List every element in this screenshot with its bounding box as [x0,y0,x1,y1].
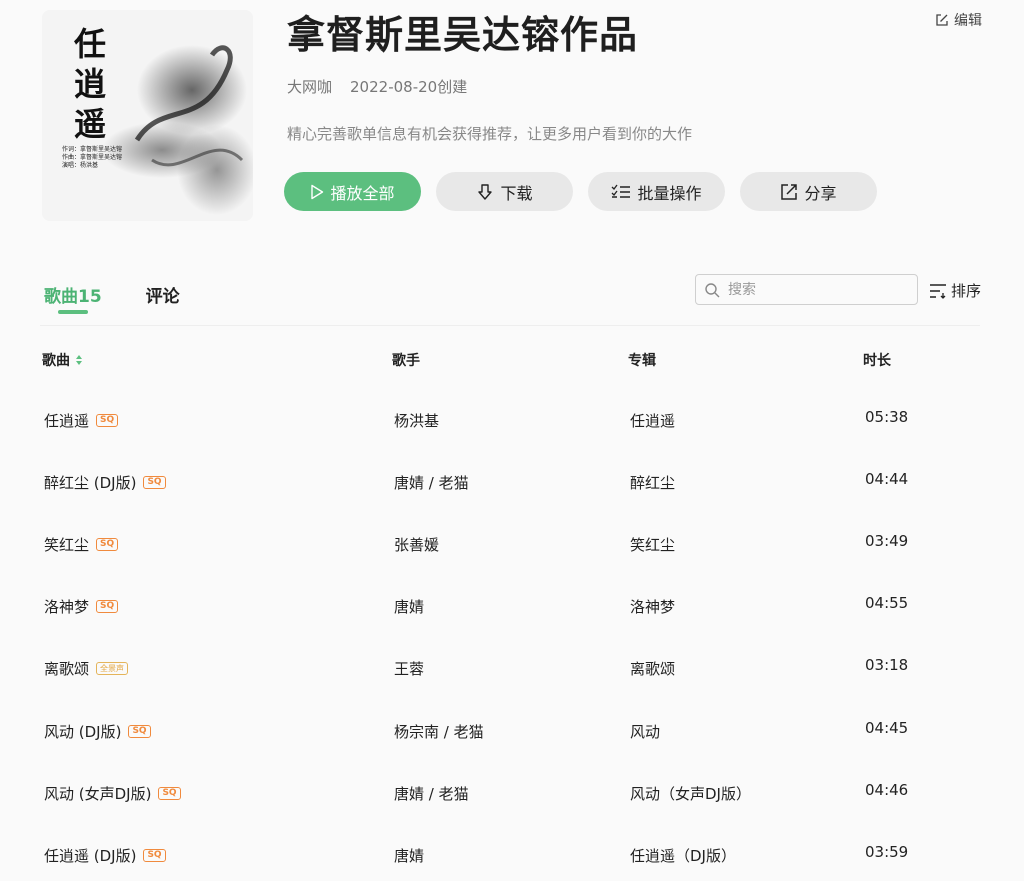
quality-badge: SQ [143,476,166,489]
song-title[interactable]: 任逍遥 [44,410,89,431]
sort-button[interactable]: 排序 [929,280,981,301]
share-icon [781,183,798,200]
download-icon [478,183,493,200]
song-artist[interactable]: 杨宗南 / 老猫 [394,721,484,742]
cover-char-1: 任 [74,25,106,63]
search-icon [705,282,720,297]
song-album[interactable]: 风动（女声DJ版） [630,783,751,804]
quality-badge: SQ [96,414,119,427]
song-duration: 03:18 [865,656,909,674]
action-bar: 播放全部 下载 批量操作 分享 [284,172,877,211]
sort-label: 排序 [951,282,982,300]
table-row[interactable]: 醉红尘 (DJ版) SQ 唐婧 / 老猫 醉红尘 04:44 [0,462,1024,502]
song-artist[interactable]: 王蓉 [394,658,424,679]
song-title[interactable]: 风动 (女声DJ版) [44,783,151,804]
table-row[interactable]: 任逍遥 (DJ版) SQ 唐婧 任逍遥（DJ版） 03:59 [0,835,1024,875]
share-button[interactable]: 分享 [740,172,877,211]
column-header-artist: 歌手 [392,353,420,369]
column-header-song[interactable]: 歌曲 [42,350,82,370]
table-row[interactable]: 笑红尘 SQ 张善媛 笑红尘 03:49 [0,524,1024,564]
tabs-divider [40,325,980,326]
cover-char-3: 遥 [74,105,106,143]
creator-name[interactable]: 大网咖 [287,76,332,97]
song-title[interactable]: 醉红尘 (DJ版) [44,472,136,493]
song-duration: 04:45 [865,719,909,737]
song-album[interactable]: 任逍遥 [630,410,675,431]
song-duration: 05:38 [865,408,909,426]
playlist-description[interactable]: 精心完善歌单信息有机会获得推荐，让更多用户看到你的大作 [287,123,692,144]
batch-label: 批量操作 [637,183,702,203]
song-artist[interactable]: 张善媛 [394,534,439,555]
download-label: 下载 [500,183,533,203]
quality-badge: SQ [96,600,119,613]
song-title[interactable]: 笑红尘 [44,534,89,555]
song-duration: 04:55 [865,594,909,612]
batch-operation-button[interactable]: 批量操作 [588,172,725,211]
table-row[interactable]: 风动 (DJ版) SQ 杨宗南 / 老猫 风动 04:45 [0,711,1024,751]
table-row[interactable]: 离歌颂 全景声 王蓉 离歌颂 03:18 [0,648,1024,688]
playlist-title: 拿督斯里吴达镕作品 [287,13,639,57]
created-date: 2022-08-20创建 [350,78,468,96]
quality-badge: SQ [96,538,119,551]
batch-icon [612,184,631,198]
song-duration: 03:59 [865,843,909,861]
play-all-label: 播放全部 [330,183,395,203]
table-row[interactable]: 任逍遥 SQ 杨洪基 任逍遥 05:38 [0,400,1024,440]
song-album[interactable]: 任逍遥（DJ版） [630,845,736,866]
column-header-album: 专辑 [628,353,656,369]
table-row[interactable]: 洛神梦 SQ 唐婧 洛神梦 04:55 [0,586,1024,626]
song-artist[interactable]: 唐婧 / 老猫 [394,472,469,493]
song-album[interactable]: 离歌颂 [630,658,675,679]
table-row[interactable]: 风动 (女声DJ版) SQ 唐婧 / 老猫 风动（女声DJ版） 04:46 [0,773,1024,813]
song-album[interactable]: 洛神梦 [630,596,675,617]
sort-icon [930,283,946,299]
search-input[interactable] [726,280,900,299]
song-artist[interactable]: 唐婧 / 老猫 [394,783,469,804]
quality-badge: 全景声 [96,662,129,675]
cover-credit-1: 作词：拿督斯里吴达镕 [62,145,122,153]
play-icon [311,184,324,199]
playlist-meta: 大网咖 2022-08-20创建 [287,76,467,97]
playlist-cover[interactable]: 任 逍 遥 作词：拿督斯里吴达镕 作曲：拿督斯里吴达镕 演唱：杨洪基 [42,10,253,221]
song-title[interactable]: 任逍遥 (DJ版) [44,845,136,866]
tab-bar: 歌曲15 评论 [44,282,180,314]
song-title[interactable]: 风动 (DJ版) [44,721,121,742]
song-duration: 03:49 [865,532,909,550]
edit-icon [936,14,948,26]
column-label-song: 歌曲 [42,353,70,369]
tab-songs[interactable]: 歌曲15 [44,282,102,314]
play-all-button[interactable]: 播放全部 [284,172,421,211]
quality-badge: SQ [128,725,151,738]
song-artist[interactable]: 唐婧 [394,596,424,617]
quality-badge: SQ [143,849,166,862]
edit-button[interactable]: 编辑 [935,10,982,30]
song-duration: 04:44 [865,470,909,488]
search-box [695,274,918,305]
share-label: 分享 [804,183,837,203]
song-album[interactable]: 风动 [630,721,660,742]
sort-arrows-icon [76,355,82,365]
song-artist[interactable]: 唐婧 [394,845,424,866]
tab-comments[interactable]: 评论 [146,282,180,307]
cover-credit-3: 演唱：杨洪基 [62,161,98,169]
song-artist[interactable]: 杨洪基 [394,410,439,431]
quality-badge: SQ [158,787,181,800]
download-button[interactable]: 下载 [436,172,573,211]
song-title[interactable]: 离歌颂 [44,658,89,679]
song-duration: 04:46 [865,781,909,799]
song-album[interactable]: 笑红尘 [630,534,675,555]
cover-char-2: 逍 [74,65,106,103]
song-title[interactable]: 洛神梦 [44,596,89,617]
cover-credit-2: 作曲：拿督斯里吴达镕 [62,153,122,161]
edit-label: 编辑 [954,13,982,29]
cover-art: 任 逍 遥 作词：拿督斯里吴达镕 作曲：拿督斯里吴达镕 演唱：杨洪基 [42,10,253,221]
column-header-duration: 时长 [863,353,891,369]
song-album[interactable]: 醉红尘 [630,472,675,493]
